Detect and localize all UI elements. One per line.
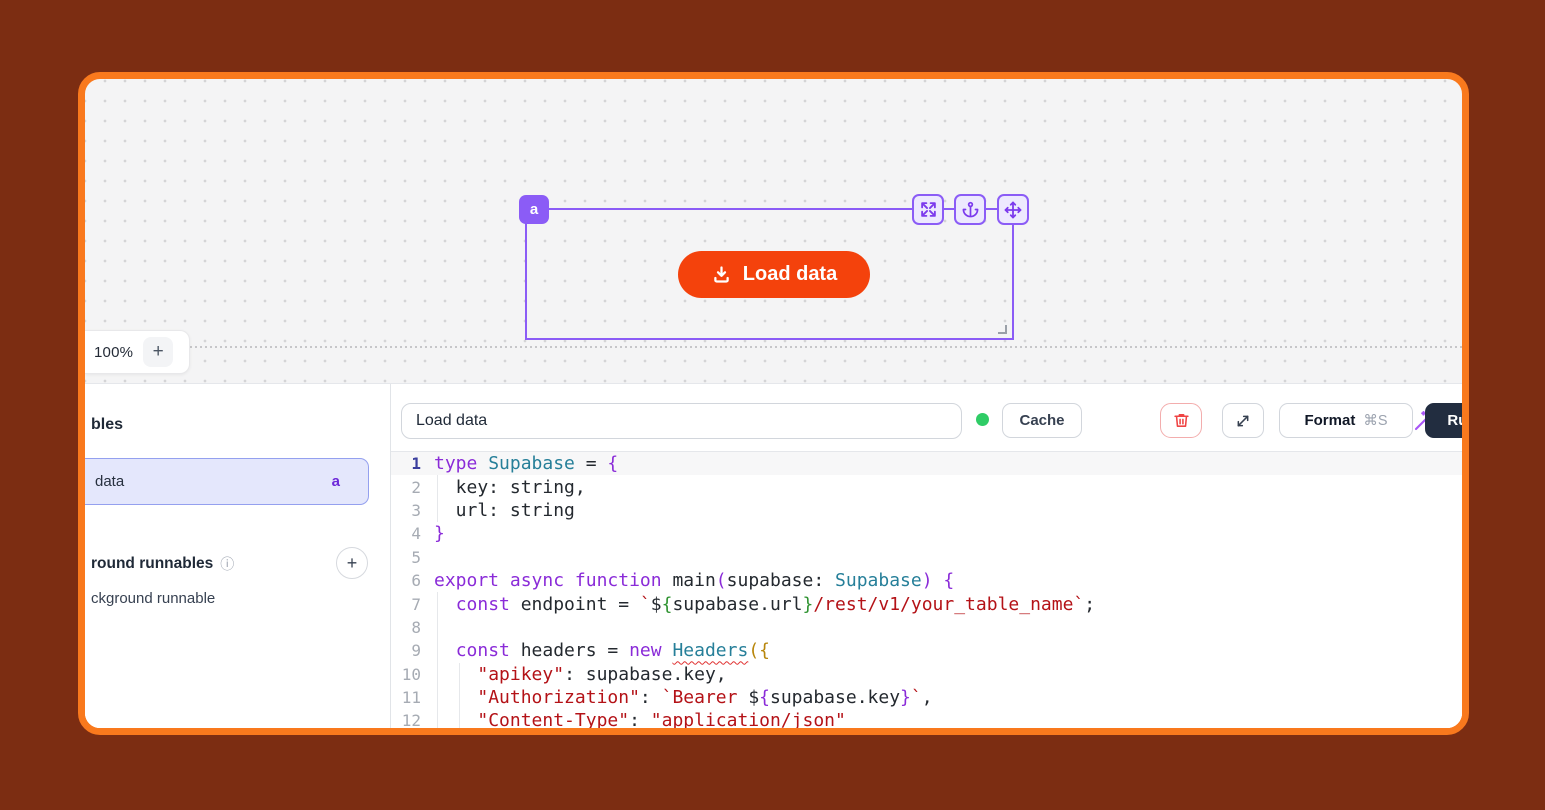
move-icon[interactable]	[997, 194, 1029, 225]
line-number: 9	[397, 641, 421, 660]
code-line-text: "apikey": supabase.key,	[434, 663, 727, 686]
code-line[interactable]: 5	[391, 546, 1462, 569]
format-button-label: Format	[1304, 412, 1355, 429]
anchor-icon[interactable]	[954, 194, 986, 225]
code-line[interactable]: 4}	[391, 522, 1462, 545]
code-line-text: const headers = new Headers({	[434, 639, 770, 662]
sidebar-item-badge: a	[332, 473, 340, 490]
status-dot	[976, 413, 989, 426]
zoom-level-label: 100%	[94, 344, 133, 361]
maximize-icon[interactable]	[912, 194, 944, 225]
background-runnable-item[interactable]: ckground runnable	[91, 590, 215, 607]
background-runnables-title: round runnables	[91, 555, 213, 573]
code-line[interactable]: 1 type Supabase = {	[391, 452, 1462, 475]
run-button[interactable]: Run	[1425, 403, 1462, 438]
code-line-text: key: string,	[434, 475, 586, 498]
trash-icon[interactable]	[1160, 403, 1202, 438]
add-background-runnable-button[interactable]: +	[336, 547, 368, 579]
code-line[interactable]: 9 const headers = new Headers({	[391, 639, 1462, 662]
line-number: 5	[397, 548, 421, 567]
selected-component[interactable]: a	[525, 208, 1014, 340]
code-line-text: }	[434, 522, 445, 545]
code-area[interactable]: 1type Supabase = {2 key: string,3 url: s…	[391, 452, 1462, 728]
code-line[interactable]: 2 key: string,	[391, 475, 1462, 498]
app-canvas[interactable]: a	[85, 79, 1462, 383]
line-number: 11	[397, 688, 421, 707]
download-icon	[711, 264, 732, 285]
line-number: 12	[397, 711, 421, 728]
code-line[interactable]: 3 url: string	[391, 499, 1462, 522]
sidebar-item-load-data[interactable]: data a	[85, 458, 369, 505]
code-line-text: "Content-Type": "application/json"	[434, 709, 846, 728]
line-number: 8	[397, 618, 421, 637]
info-icon: ⓘ	[220, 554, 234, 574]
runnable-name-input[interactable]	[401, 403, 962, 439]
editor-toolbar: Cache	[391, 384, 1462, 451]
runnables-sidebar: bles data a round runnables ⓘ + ckground…	[85, 384, 390, 728]
code-line[interactable]: 7 const endpoint = `${supabase.url}/rest…	[391, 592, 1462, 615]
sidebar-item-label: data	[95, 473, 124, 490]
runnables-section-title: bles	[91, 416, 123, 434]
canvas-grid-guide	[190, 346, 1462, 348]
line-number: 3	[397, 501, 421, 520]
expand-icon[interactable]	[1222, 403, 1264, 438]
code-line-text: const endpoint = `${supabase.url}/rest/v…	[434, 592, 1095, 615]
code-line[interactable]: 12 "Content-Type": "application/json"	[391, 709, 1462, 728]
zoom-control: 100% +	[85, 330, 190, 374]
line-number: 4	[397, 524, 421, 543]
resize-handle[interactable]	[998, 325, 1007, 334]
format-shortcut: ⌘S	[1363, 413, 1387, 429]
line-number: 7	[397, 595, 421, 614]
background-runnables-header: round runnables ⓘ	[91, 554, 234, 574]
line-number: 1	[397, 454, 421, 473]
cache-button[interactable]: Cache	[1002, 403, 1082, 438]
code-line[interactable]: 8	[391, 616, 1462, 639]
code-line-text: type Supabase = {	[434, 452, 618, 475]
code-line[interactable]: 10 "apikey": supabase.key,	[391, 663, 1462, 686]
load-data-button-label: Load data	[743, 263, 837, 286]
line-number: 10	[397, 665, 421, 684]
code-line[interactable]: 6 export async function main(supabase: Su…	[391, 569, 1462, 592]
app-window: a	[78, 72, 1469, 735]
zoom-in-button[interactable]: +	[143, 337, 173, 367]
bottom-panel: bles data a round runnables ⓘ + ckground…	[85, 383, 1462, 728]
code-line-text: url: string	[434, 499, 575, 522]
format-button[interactable]: Format ⌘S	[1279, 403, 1413, 438]
component-id-badge: a	[519, 195, 549, 224]
code-line-text: "Authorization": `Bearer ${supabase.key}…	[434, 686, 933, 709]
code-editor-panel: Cache	[391, 384, 1462, 728]
line-number: 2	[397, 478, 421, 497]
load-data-button[interactable]: Load data	[678, 251, 870, 298]
code-line[interactable]: 11 "Authorization": `Bearer ${supabase.k…	[391, 686, 1462, 709]
line-number: 6	[397, 571, 421, 590]
code-line-text: export async function main(supabase: Sup…	[434, 569, 954, 592]
desktop-background: { "colors": { "frame_orange": "#f9791d",…	[0, 0, 1545, 810]
